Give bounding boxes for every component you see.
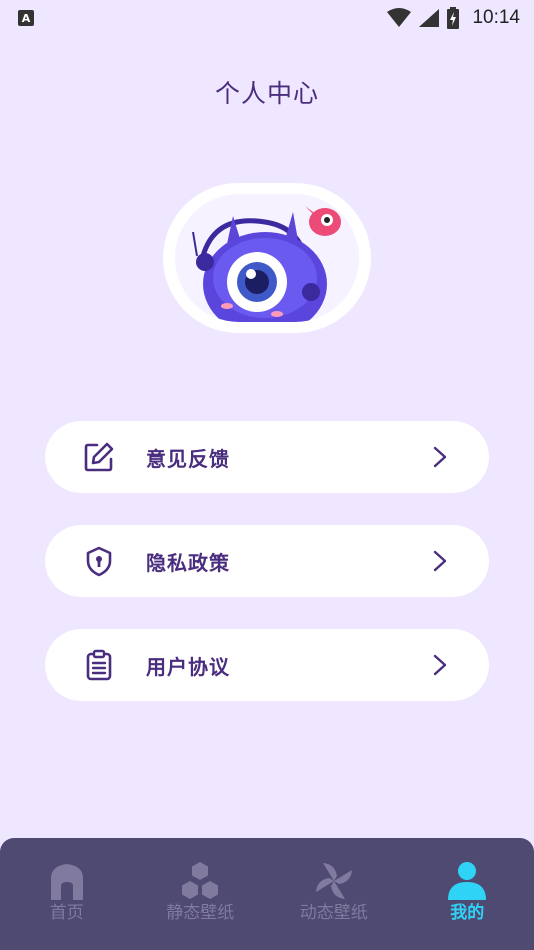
menu-item-feedback[interactable]: 意见反馈	[45, 421, 489, 493]
avatar[interactable]	[163, 183, 371, 333]
tab-mine[interactable]: 我的	[401, 838, 534, 950]
status-time: 10:14	[472, 7, 520, 28]
clipboard-icon	[86, 649, 112, 681]
status-bar: A 10:14	[0, 0, 534, 36]
menu-item-label: 意见反馈	[146, 447, 230, 471]
menu-item-label: 用户协议	[146, 655, 230, 679]
tab-home[interactable]: 首页	[0, 838, 134, 950]
hexagons-icon	[182, 862, 219, 899]
home-icon	[50, 864, 83, 900]
wifi-icon	[387, 8, 412, 27]
menu-item-privacy[interactable]: 隐私政策	[45, 525, 489, 597]
chevron-right-icon	[433, 550, 447, 572]
chevron-right-icon	[433, 654, 447, 676]
pinwheel-icon	[315, 863, 352, 899]
cyclops-monster-avatar-icon	[192, 206, 341, 322]
shield-lock-icon	[86, 546, 112, 577]
menu-item-user-agreement[interactable]: 用户协议	[45, 629, 489, 701]
tab-label: 我的	[450, 903, 485, 923]
page-title: 个人中心	[214, 79, 319, 108]
tab-label: 动态壁纸	[299, 903, 368, 923]
status-right: 10:14	[386, 7, 520, 29]
tab-static-wallpaper[interactable]: 静态壁纸	[134, 838, 268, 950]
edit-icon	[84, 442, 114, 472]
chevron-right-icon	[433, 446, 447, 468]
battery-icon	[447, 7, 460, 29]
keyboard-a-icon: A	[18, 10, 34, 26]
signal-icon	[419, 9, 440, 27]
tab-dynamic-wallpaper[interactable]: 动态壁纸	[267, 838, 401, 950]
status-left: A	[18, 10, 34, 26]
tab-label: 静态壁纸	[166, 903, 235, 923]
avatar-image	[175, 194, 359, 322]
bottom-tab-bar: 首页 静态壁纸 动态壁纸 我的	[0, 838, 534, 950]
menu-item-label: 隐私政策	[146, 551, 230, 575]
user-icon	[448, 862, 487, 900]
tab-label: 首页	[49, 903, 84, 923]
